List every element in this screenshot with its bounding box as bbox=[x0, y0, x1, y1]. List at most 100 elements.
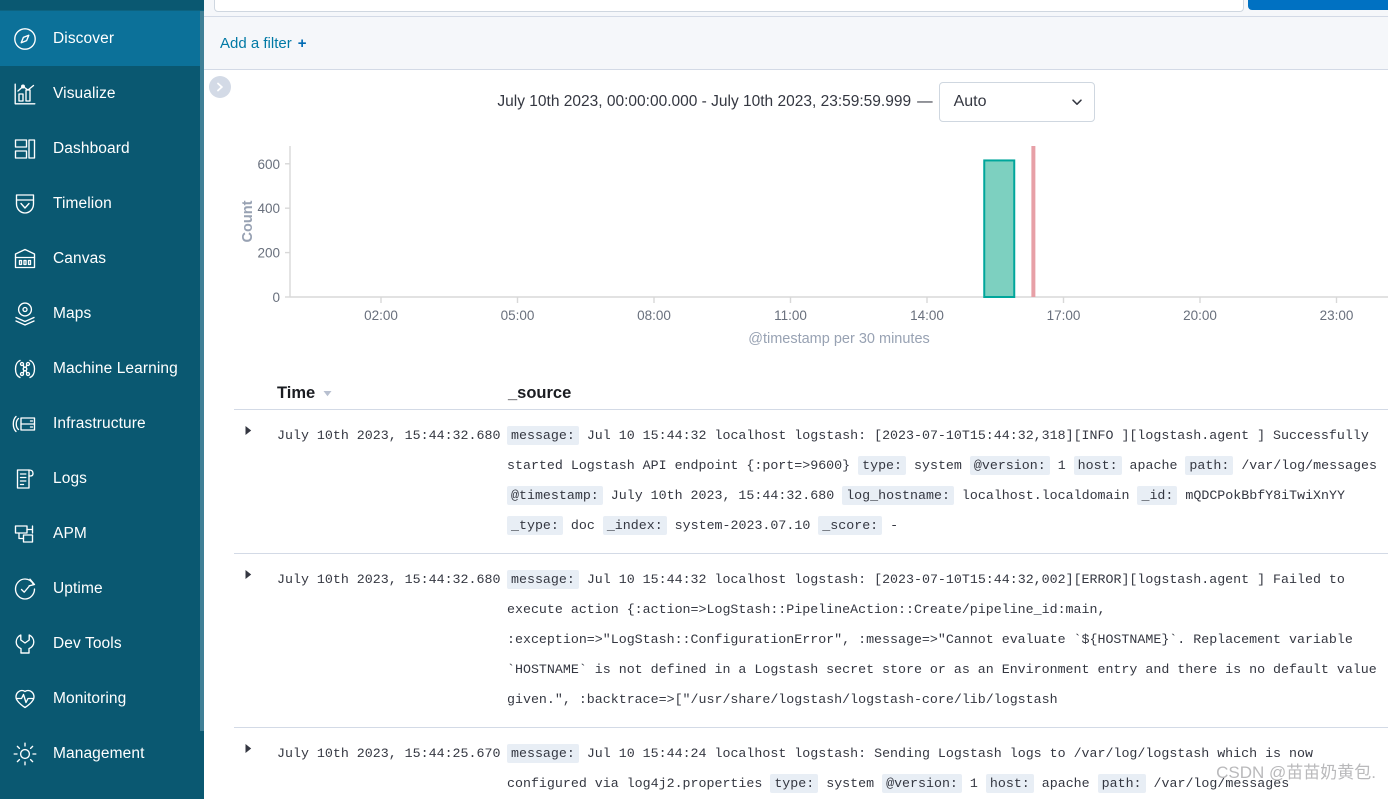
sidebar-item-label: Dev Tools bbox=[53, 634, 122, 652]
field-value: - bbox=[890, 518, 899, 533]
sidebar-item-monitoring[interactable]: Monitoring bbox=[0, 671, 204, 726]
sidebar-item-discover[interactable]: Discover bbox=[0, 11, 204, 66]
field-name-chip: type: bbox=[858, 456, 907, 475]
x-tick-label: 11:00 bbox=[774, 308, 807, 323]
sidebar-item-maps[interactable]: Maps bbox=[0, 286, 204, 341]
column-header-time[interactable]: Time bbox=[234, 384, 507, 403]
expand-document-button[interactable] bbox=[234, 421, 262, 541]
field-value: July 10th 2023, 15:44:32.680 bbox=[610, 488, 835, 503]
primary-navigation-sidebar: Discover Visualize Dashboard Timelion Canvas… bbox=[0, 0, 204, 799]
table-row: July 10th 2023, 15:44:32.680 message: Jul… bbox=[234, 410, 1388, 554]
field-name-chip: path: bbox=[1185, 456, 1234, 475]
sidebar-item-visualize[interactable]: Visualize bbox=[0, 66, 204, 121]
sidebar-item-timelion[interactable]: Timelion bbox=[0, 176, 204, 231]
x-tick-label: 20:00 bbox=[1183, 308, 1217, 323]
timestamp-histogram[interactable]: 0 200 400 600 Count 02:00 05:00 08:00 11:00 14:00… bbox=[204, 134, 1388, 364]
add-filter-label: Add a filter bbox=[220, 34, 292, 52]
filter-bar: Add a filter + bbox=[204, 17, 1388, 70]
expand-document-button[interactable] bbox=[234, 739, 262, 799]
table-body: July 10th 2023, 15:44:32.680 message: Jul… bbox=[204, 410, 1388, 799]
sidebar-item-dev-tools[interactable]: Dev Tools bbox=[0, 616, 204, 671]
apm-icon bbox=[11, 520, 39, 548]
sidebar-item-label: Monitoring bbox=[53, 689, 127, 707]
field-value: system-2023.07.10 bbox=[674, 518, 811, 533]
x-tick-label: 14:00 bbox=[910, 308, 944, 323]
y-tick-label: 0 bbox=[272, 290, 280, 305]
table-row: July 10th 2023, 15:44:32.680 message: Jul… bbox=[234, 554, 1388, 728]
sidebar-item-uptime[interactable]: Uptime bbox=[0, 561, 204, 616]
sidebar-item-label: Infrastructure bbox=[53, 414, 146, 432]
sidebar-item-canvas[interactable]: Canvas bbox=[0, 231, 204, 286]
canvas-icon bbox=[11, 245, 39, 273]
x-tick-label: 17:00 bbox=[1047, 308, 1081, 323]
document-timestamp: July 10th 2023, 15:44:32.680 bbox=[277, 572, 501, 587]
field-value: doc bbox=[570, 518, 595, 533]
x-tick-label: 02:00 bbox=[364, 308, 398, 323]
y-axis-title: Count bbox=[240, 200, 256, 242]
search-input[interactable] bbox=[214, 0, 1244, 12]
gear-icon bbox=[11, 740, 39, 768]
column-header-source[interactable]: _source bbox=[507, 384, 571, 403]
logs-scroll-icon bbox=[11, 465, 39, 493]
sidebar-item-label: Timelion bbox=[53, 194, 112, 212]
wrench-icon bbox=[11, 630, 39, 658]
field-value: 1 bbox=[969, 776, 978, 791]
field-name-chip: _score: bbox=[818, 516, 883, 535]
table-row: July 10th 2023, 15:44:25.670 message: Jul… bbox=[234, 728, 1388, 799]
dashboard-grid-icon bbox=[11, 135, 39, 163]
field-name-chip: message: bbox=[507, 570, 579, 589]
infrastructure-icon bbox=[11, 410, 39, 438]
field-name-chip: @version: bbox=[882, 774, 962, 793]
field-name-chip: host: bbox=[985, 774, 1034, 793]
expand-document-button[interactable] bbox=[234, 565, 262, 715]
sidebar-item-logs[interactable]: Logs bbox=[0, 451, 204, 506]
sidebar-item-label: Machine Learning bbox=[53, 359, 178, 377]
document-source: message: Jul 10 15:44:32 localhost logst… bbox=[507, 421, 1388, 541]
histogram-interval-select[interactable]: Auto bbox=[938, 82, 1095, 122]
caret-right-icon bbox=[245, 570, 251, 579]
sidebar-item-management[interactable]: Management bbox=[0, 726, 204, 781]
sidebar-item-machine-learning[interactable]: Machine Learning bbox=[0, 341, 204, 396]
chevron-down-icon bbox=[1071, 99, 1082, 105]
sort-descending-icon[interactable] bbox=[321, 387, 334, 400]
sidebar-item-label: Uptime bbox=[53, 579, 103, 597]
sidebar-item-label: APM bbox=[53, 524, 87, 542]
x-tick-label: 23:00 bbox=[1320, 308, 1354, 323]
field-name-chip: message: bbox=[507, 426, 579, 445]
update-query-button[interactable] bbox=[1248, 0, 1388, 10]
field-value: Jul 10 15:44:32 localhost logstash: [202… bbox=[507, 572, 1377, 707]
field-name-chip: _index: bbox=[602, 516, 667, 535]
main-content-area: Add a filter + July 10th 2023, 00:00:00.… bbox=[204, 0, 1388, 799]
document-timestamp: July 10th 2023, 15:44:25.670 bbox=[277, 746, 501, 761]
field-name-chip: _type: bbox=[507, 516, 563, 535]
histogram-bar[interactable] bbox=[983, 159, 1016, 298]
compass-icon bbox=[11, 25, 39, 53]
machine-learning-icon bbox=[11, 355, 39, 383]
table-header-row: Time _source bbox=[234, 362, 1388, 410]
sidebar-item-label: Dashboard bbox=[53, 139, 130, 157]
caret-right-icon bbox=[245, 426, 251, 435]
sidebar-item-apm[interactable]: APM bbox=[0, 506, 204, 561]
field-name-chip: _id: bbox=[1137, 486, 1178, 505]
add-filter-button[interactable]: Add a filter + bbox=[220, 35, 306, 52]
field-name-chip: path: bbox=[1097, 774, 1146, 793]
heartbeat-icon bbox=[11, 685, 39, 713]
field-value: mQDCPokBbfY8iTwiXnYY bbox=[1185, 488, 1345, 503]
interval-selected-value: Auto bbox=[953, 93, 987, 110]
sidebar-item-label: Maps bbox=[53, 304, 92, 322]
sidebar-top-strip bbox=[0, 0, 204, 11]
field-value: /var/log/messages bbox=[1153, 776, 1290, 791]
column-header-time-label: Time bbox=[277, 384, 316, 402]
sidebar-item-label: Canvas bbox=[53, 249, 107, 267]
y-tick-label: 600 bbox=[257, 157, 280, 172]
document-source: message: Jul 10 15:44:32 localhost logst… bbox=[507, 565, 1388, 715]
field-value: system bbox=[914, 458, 962, 473]
field-value: apache bbox=[1041, 776, 1090, 791]
field-value: system bbox=[826, 776, 875, 791]
sidebar-item-label: Discover bbox=[53, 29, 115, 47]
sidebar-item-dashboard[interactable]: Dashboard bbox=[0, 121, 204, 176]
sidebar-item-infrastructure[interactable]: Infrastructure bbox=[0, 396, 204, 451]
sidebar-item-label: Visualize bbox=[53, 84, 116, 102]
timelion-icon bbox=[11, 190, 39, 218]
caret-right-icon bbox=[245, 744, 251, 753]
